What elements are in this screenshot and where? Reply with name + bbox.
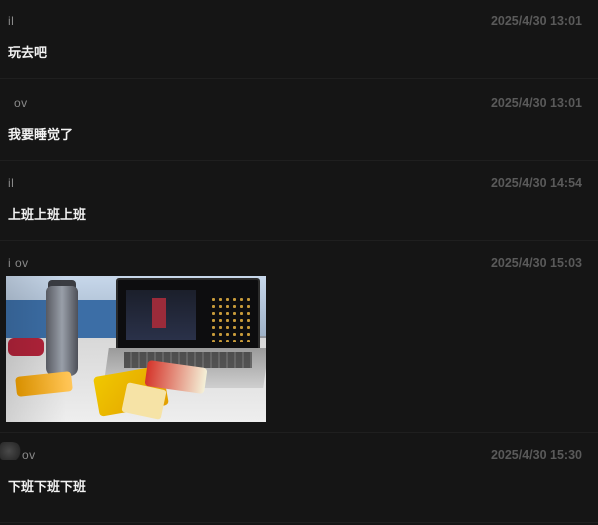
- message-text: 玩去吧: [8, 46, 48, 61]
- sender-name: il: [8, 14, 15, 28]
- sender-name: il: [8, 176, 15, 190]
- message-text: 我要睡觉了: [8, 128, 74, 143]
- message-timestamp: 2025/4/30 15:03: [490, 256, 582, 270]
- message-photo[interactable]: [6, 276, 266, 422]
- message-item[interactable]: ov 2025/4/30 13:01 我要睡觉了: [0, 82, 598, 161]
- message-text: 下班下班下班: [8, 480, 87, 495]
- message-item[interactable]: il 2025/4/30 14:54 上班上班上班: [0, 162, 598, 241]
- message-timestamp: 2025/4/30 15:30: [490, 448, 582, 462]
- sender-name: ov: [22, 448, 36, 462]
- sender-name: ov: [14, 96, 28, 110]
- message-timestamp: 2025/4/30 13:01: [490, 14, 582, 28]
- message-item[interactable]: ov 2025/4/30 15:30 下班下班下班: [0, 434, 598, 523]
- message-feed: il 2025/4/30 13:01 玩去吧 ov 2025/4/30 13:0…: [0, 0, 598, 525]
- sender-name: i ov: [8, 256, 29, 270]
- message-timestamp: 2025/4/30 13:01: [490, 96, 582, 110]
- message-text: 上班上班上班: [8, 208, 87, 223]
- avatar: [0, 442, 22, 460]
- message-timestamp: 2025/4/30 14:54: [490, 176, 582, 190]
- message-item[interactable]: il 2025/4/30 13:01 玩去吧: [0, 0, 598, 79]
